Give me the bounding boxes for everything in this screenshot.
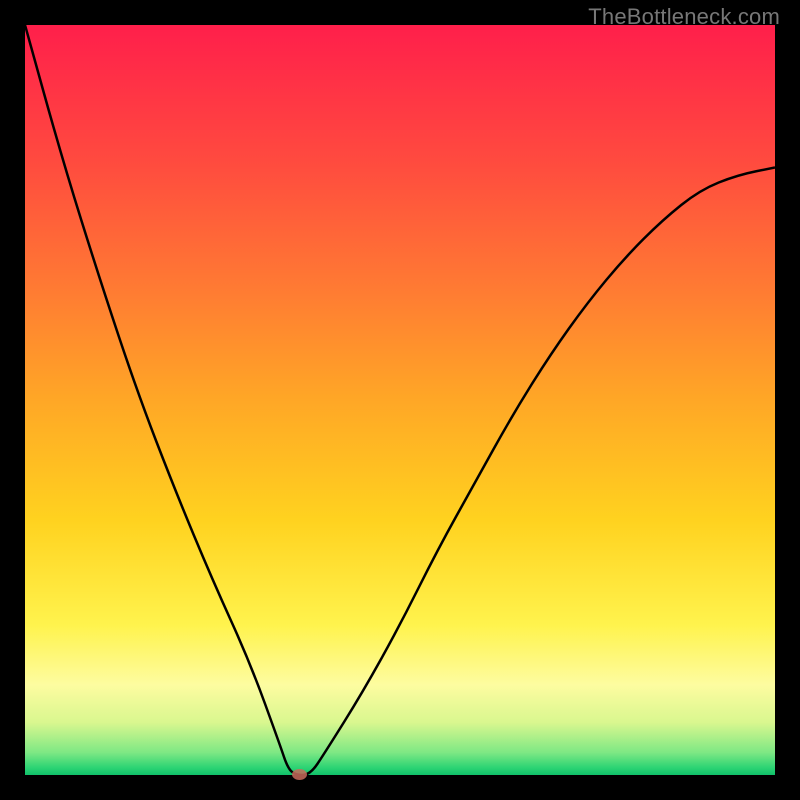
chart-frame: TheBottleneck.com xyxy=(0,0,800,800)
plot-gradient-background xyxy=(25,25,775,775)
watermark-label: TheBottleneck.com xyxy=(588,4,780,30)
optimal-point-marker xyxy=(292,769,307,780)
